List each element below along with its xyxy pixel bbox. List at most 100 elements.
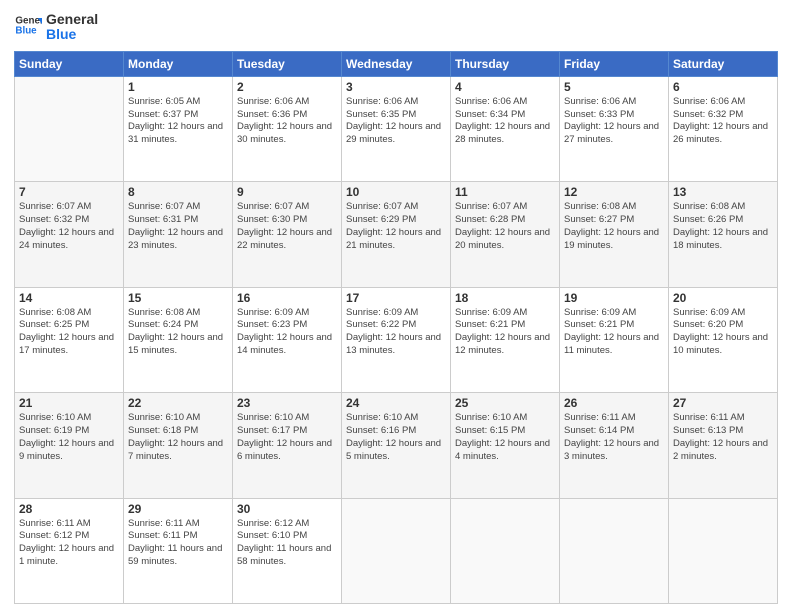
- calendar-cell: [342, 498, 451, 603]
- calendar-cell: 4 Sunrise: 6:06 AM Sunset: 6:34 PM Daylig…: [451, 76, 560, 181]
- calendar-cell: 20 Sunrise: 6:09 AM Sunset: 6:20 PM Dayli…: [669, 287, 778, 392]
- day-number: 20: [673, 291, 773, 305]
- day-info: Sunrise: 6:09 AM Sunset: 6:21 PM Dayligh…: [564, 307, 664, 358]
- day-number: 2: [237, 80, 337, 94]
- weekday-header: Saturday: [669, 51, 778, 76]
- weekday-header: Thursday: [451, 51, 560, 76]
- day-info: Sunrise: 6:11 AM Sunset: 6:14 PM Dayligh…: [564, 412, 664, 463]
- day-number: 5: [564, 80, 664, 94]
- day-number: 23: [237, 396, 337, 410]
- day-info: Sunrise: 6:07 AM Sunset: 6:28 PM Dayligh…: [455, 201, 555, 252]
- day-number: 16: [237, 291, 337, 305]
- logo: General Blue General Blue: [14, 12, 98, 43]
- day-info: Sunrise: 6:07 AM Sunset: 6:31 PM Dayligh…: [128, 201, 228, 252]
- calendar-cell: 2 Sunrise: 6:06 AM Sunset: 6:36 PM Daylig…: [233, 76, 342, 181]
- day-info: Sunrise: 6:06 AM Sunset: 6:32 PM Dayligh…: [673, 96, 773, 147]
- day-info: Sunrise: 6:06 AM Sunset: 6:36 PM Dayligh…: [237, 96, 337, 147]
- weekday-header-row: SundayMondayTuesdayWednesdayThursdayFrid…: [15, 51, 778, 76]
- day-number: 21: [19, 396, 119, 410]
- day-number: 17: [346, 291, 446, 305]
- day-number: 30: [237, 502, 337, 516]
- day-number: 3: [346, 80, 446, 94]
- calendar-week-row: 1Sunrise: 6:05 AM Sunset: 6:37 PM Daylig…: [15, 76, 778, 181]
- logo-icon: General Blue: [14, 11, 42, 39]
- day-number: 14: [19, 291, 119, 305]
- day-info: Sunrise: 6:10 AM Sunset: 6:16 PM Dayligh…: [346, 412, 446, 463]
- day-info: Sunrise: 6:09 AM Sunset: 6:23 PM Dayligh…: [237, 307, 337, 358]
- calendar-cell: 5Sunrise: 6:06 AM Sunset: 6:33 PM Daylig…: [560, 76, 669, 181]
- logo-text-line2: Blue: [46, 27, 98, 42]
- day-number: 1: [128, 80, 228, 94]
- weekday-header: Monday: [124, 51, 233, 76]
- calendar-cell: 9Sunrise: 6:07 AM Sunset: 6:30 PM Daylig…: [233, 182, 342, 287]
- calendar-cell: 1Sunrise: 6:05 AM Sunset: 6:37 PM Daylig…: [124, 76, 233, 181]
- calendar-cell: 23 Sunrise: 6:10 AM Sunset: 6:17 PM Dayli…: [233, 393, 342, 498]
- calendar-cell: 16 Sunrise: 6:09 AM Sunset: 6:23 PM Dayli…: [233, 287, 342, 392]
- day-number: 26: [564, 396, 664, 410]
- weekday-header: Tuesday: [233, 51, 342, 76]
- header: General Blue General Blue: [14, 12, 778, 43]
- day-number: 28: [19, 502, 119, 516]
- calendar-cell: 27 Sunrise: 6:11 AM Sunset: 6:13 PM Dayli…: [669, 393, 778, 498]
- calendar-cell: [560, 498, 669, 603]
- calendar-week-row: 7 Sunrise: 6:07 AM Sunset: 6:32 PM Daylig…: [15, 182, 778, 287]
- calendar-cell: 3 Sunrise: 6:06 AM Sunset: 6:35 PM Daylig…: [342, 76, 451, 181]
- page-container: General Blue General Blue SundayMondayTu…: [0, 0, 792, 612]
- day-info: Sunrise: 6:08 AM Sunset: 6:24 PM Dayligh…: [128, 307, 228, 358]
- calendar-cell: 8 Sunrise: 6:07 AM Sunset: 6:31 PM Daylig…: [124, 182, 233, 287]
- calendar-cell: 29 Sunrise: 6:11 AM Sunset: 6:11 PM Dayli…: [124, 498, 233, 603]
- calendar-cell: 11 Sunrise: 6:07 AM Sunset: 6:28 PM Dayli…: [451, 182, 560, 287]
- calendar-table: SundayMondayTuesdayWednesdayThursdayFrid…: [14, 51, 778, 604]
- day-number: 19: [564, 291, 664, 305]
- day-number: 24: [346, 396, 446, 410]
- calendar-week-row: 14Sunrise: 6:08 AM Sunset: 6:25 PM Dayli…: [15, 287, 778, 392]
- calendar-week-row: 21 Sunrise: 6:10 AM Sunset: 6:19 PM Dayli…: [15, 393, 778, 498]
- calendar-cell: 13Sunrise: 6:08 AM Sunset: 6:26 PM Dayli…: [669, 182, 778, 287]
- day-info: Sunrise: 6:10 AM Sunset: 6:19 PM Dayligh…: [19, 412, 119, 463]
- calendar-cell: 25 Sunrise: 6:10 AM Sunset: 6:15 PM Dayli…: [451, 393, 560, 498]
- day-info: Sunrise: 6:06 AM Sunset: 6:34 PM Dayligh…: [455, 96, 555, 147]
- day-info: Sunrise: 6:07 AM Sunset: 6:32 PM Dayligh…: [19, 201, 119, 252]
- day-number: 7: [19, 185, 119, 199]
- logo-text-line1: General: [46, 12, 98, 27]
- day-info: Sunrise: 6:10 AM Sunset: 6:18 PM Dayligh…: [128, 412, 228, 463]
- calendar-cell: 14Sunrise: 6:08 AM Sunset: 6:25 PM Dayli…: [15, 287, 124, 392]
- calendar-cell: [15, 76, 124, 181]
- day-number: 15: [128, 291, 228, 305]
- calendar-week-row: 28 Sunrise: 6:11 AM Sunset: 6:12 PM Dayli…: [15, 498, 778, 603]
- day-info: Sunrise: 6:11 AM Sunset: 6:13 PM Dayligh…: [673, 412, 773, 463]
- weekday-header: Sunday: [15, 51, 124, 76]
- day-number: 9: [237, 185, 337, 199]
- calendar-cell: 6Sunrise: 6:06 AM Sunset: 6:32 PM Daylig…: [669, 76, 778, 181]
- day-info: Sunrise: 6:12 AM Sunset: 6:10 PM Dayligh…: [237, 518, 337, 569]
- svg-text:Blue: Blue: [15, 26, 37, 37]
- calendar-cell: 12 Sunrise: 6:08 AM Sunset: 6:27 PM Dayli…: [560, 182, 669, 287]
- day-number: 27: [673, 396, 773, 410]
- day-number: 22: [128, 396, 228, 410]
- calendar-cell: 18Sunrise: 6:09 AM Sunset: 6:21 PM Dayli…: [451, 287, 560, 392]
- day-info: Sunrise: 6:10 AM Sunset: 6:17 PM Dayligh…: [237, 412, 337, 463]
- calendar-cell: [669, 498, 778, 603]
- day-info: Sunrise: 6:11 AM Sunset: 6:11 PM Dayligh…: [128, 518, 228, 569]
- day-number: 25: [455, 396, 555, 410]
- calendar-cell: 26 Sunrise: 6:11 AM Sunset: 6:14 PM Dayli…: [560, 393, 669, 498]
- weekday-header: Friday: [560, 51, 669, 76]
- day-number: 4: [455, 80, 555, 94]
- weekday-header: Wednesday: [342, 51, 451, 76]
- day-info: Sunrise: 6:11 AM Sunset: 6:12 PM Dayligh…: [19, 518, 119, 569]
- day-number: 8: [128, 185, 228, 199]
- day-info: Sunrise: 6:06 AM Sunset: 6:35 PM Dayligh…: [346, 96, 446, 147]
- calendar-cell: 7 Sunrise: 6:07 AM Sunset: 6:32 PM Daylig…: [15, 182, 124, 287]
- day-info: Sunrise: 6:09 AM Sunset: 6:22 PM Dayligh…: [346, 307, 446, 358]
- day-number: 12: [564, 185, 664, 199]
- day-number: 13: [673, 185, 773, 199]
- calendar-cell: 17 Sunrise: 6:09 AM Sunset: 6:22 PM Dayli…: [342, 287, 451, 392]
- day-info: Sunrise: 6:08 AM Sunset: 6:27 PM Dayligh…: [564, 201, 664, 252]
- calendar-cell: 21 Sunrise: 6:10 AM Sunset: 6:19 PM Dayli…: [15, 393, 124, 498]
- day-info: Sunrise: 6:09 AM Sunset: 6:20 PM Dayligh…: [673, 307, 773, 358]
- calendar-cell: 15 Sunrise: 6:08 AM Sunset: 6:24 PM Dayli…: [124, 287, 233, 392]
- calendar-cell: 22 Sunrise: 6:10 AM Sunset: 6:18 PM Dayli…: [124, 393, 233, 498]
- day-number: 11: [455, 185, 555, 199]
- day-info: Sunrise: 6:10 AM Sunset: 6:15 PM Dayligh…: [455, 412, 555, 463]
- day-number: 29: [128, 502, 228, 516]
